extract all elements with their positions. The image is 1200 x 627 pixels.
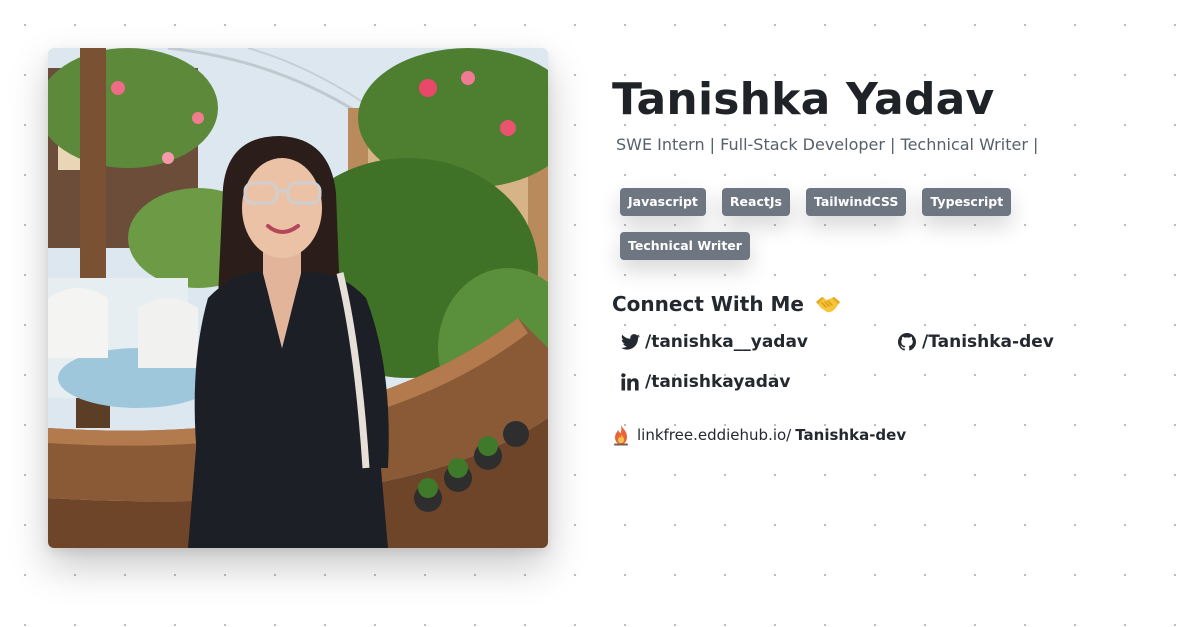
profile-photo-illustration [48,48,548,548]
linkedin-handle: /tanishkayadav [645,372,791,392]
social-links: /tanishka__yadav /Tanishka-dev /tanishka… [620,330,1172,394]
linkfree-link[interactable]: linkfree.eddiehub.io/ Tanishka-dev [612,424,1172,446]
connect-heading-text: Connect With Me [612,292,804,316]
skill-badges: Javascript ReactJs TailwindCSS Typescrip… [620,188,1040,260]
linkfree-url-prefix: linkfree.eddiehub.io/ [637,426,792,444]
linkfree-flame-icon [612,424,630,446]
twitter-link[interactable]: /tanishka__yadav [620,330,897,354]
handshake-emoji-icon [815,293,841,313]
github-link[interactable]: /Tanishka-dev [897,330,1157,354]
profile-tagline: SWE Intern | Full-Stack Developer | Tech… [616,135,1039,154]
connect-heading: Connect With Me [612,290,1172,318]
skill-badge: Javascript [620,188,706,216]
skill-badge: Typescript [922,188,1012,216]
github-handle: /Tanishka-dev [922,332,1054,352]
profile-photo [48,48,548,548]
skill-badge: Technical Writer [620,232,750,260]
linkedin-icon [620,372,640,392]
twitter-icon [620,332,640,352]
profile-info: Tanishka Yadav SWE Intern | Full-Stack D… [612,72,1172,446]
profile-name: Tanishka Yadav [612,74,995,125]
linkedin-link[interactable]: /tanishkayadav [620,370,897,394]
github-icon [897,332,917,352]
skill-badge: TailwindCSS [805,188,907,216]
twitter-handle: /tanishka__yadav [645,332,809,352]
skill-badge: ReactJs [721,188,790,216]
linkfree-handle: Tanishka-dev [795,426,907,444]
